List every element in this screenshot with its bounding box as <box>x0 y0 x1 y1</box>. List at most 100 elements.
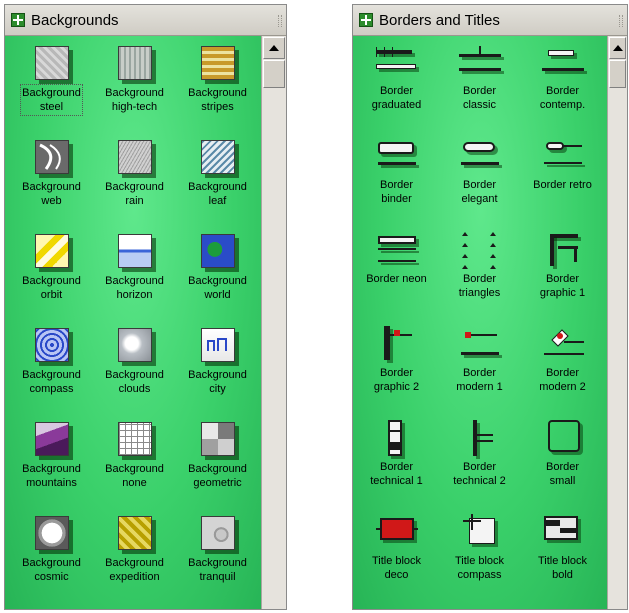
stencil-icon[interactable] <box>359 13 373 27</box>
master-border-classic[interactable]: Border classic <box>438 42 521 136</box>
master-background-compass[interactable]: Background compass <box>10 326 93 420</box>
master-background-cosmic[interactable]: Background cosmic <box>10 514 93 608</box>
master-label: Border classic <box>462 85 497 111</box>
master-border-retro[interactable]: Border retro <box>521 136 604 230</box>
master-label: Border modern 1 <box>456 367 503 393</box>
master-label: Background mountains <box>22 463 81 489</box>
horizon-texture-icon <box>117 234 152 268</box>
master-label: Background compass <box>22 369 81 395</box>
border-technical-2-icon <box>455 420 505 456</box>
master-label: Border graphic 1 <box>539 273 586 299</box>
master-border-contemporary[interactable]: Border contemp. <box>521 42 604 136</box>
master-label: Background clouds <box>105 369 164 395</box>
stripes-texture-icon <box>200 46 235 80</box>
grip-handle-icon[interactable] <box>278 15 282 27</box>
borders-master-area: Border graduated Border classic Border cont… <box>353 36 609 609</box>
master-background-tranquil[interactable]: Background tranquil <box>176 514 259 608</box>
backgrounds-stencil: Backgrounds Background steel Background hi… <box>4 4 287 610</box>
master-label: Background world <box>188 275 247 301</box>
title-block-bold-icon <box>538 514 588 548</box>
master-border-graduated[interactable]: Border graduated <box>355 42 438 136</box>
border-triangles-icon <box>455 232 505 269</box>
master-border-technical-1[interactable]: Border technical 1 <box>355 418 438 512</box>
master-label: Border graphic 2 <box>373 367 420 393</box>
clouds-texture-icon <box>117 328 152 362</box>
master-background-expedition[interactable]: Background expedition <box>93 514 176 608</box>
master-background-high-tech[interactable]: Background high-tech <box>93 44 176 138</box>
compass-texture-icon <box>34 328 69 362</box>
backgrounds-master-grid: Background steel Background high-tech Back… <box>10 44 259 608</box>
scroll-up-arrow-icon[interactable] <box>263 37 285 59</box>
master-label: Border triangles <box>458 273 501 299</box>
border-technical-1-icon <box>372 420 422 456</box>
master-border-technical-2[interactable]: Border technical 2 <box>438 418 521 512</box>
scroll-thumb[interactable] <box>263 60 285 88</box>
master-background-steel[interactable]: Background steel <box>10 44 93 138</box>
master-border-neon[interactable]: Border neon <box>355 230 438 324</box>
master-border-elegant[interactable]: Border elegant <box>438 136 521 230</box>
master-background-geometric[interactable]: Background geometric <box>176 420 259 514</box>
world-texture-icon <box>200 234 235 268</box>
master-label: Background horizon <box>105 275 164 301</box>
border-graduated-icon <box>372 44 422 78</box>
master-title-block-deco[interactable]: Title block deco <box>355 512 438 606</box>
master-label: Border small <box>545 461 580 487</box>
master-background-orbit[interactable]: Background orbit <box>10 232 93 326</box>
master-background-world[interactable]: Background world <box>176 232 259 326</box>
master-label: Border graduated <box>371 85 422 111</box>
master-title-block-bold[interactable]: Title block bold <box>521 512 604 606</box>
grip-handle-icon[interactable] <box>619 15 623 27</box>
master-background-leaf[interactable]: Background leaf <box>176 138 259 232</box>
borders-title-bar[interactable]: Borders and Titles <box>353 5 627 36</box>
master-background-rain[interactable]: Background rain <box>93 138 176 232</box>
master-label: Border neon <box>366 273 427 285</box>
border-graphic-2-icon <box>372 326 422 360</box>
master-background-none[interactable]: Background none <box>93 420 176 514</box>
borders-scrollbar[interactable] <box>607 36 627 609</box>
master-background-stripes[interactable]: Background stripes <box>176 44 259 138</box>
master-background-city[interactable]: Background city <box>176 326 259 420</box>
scroll-up-arrow-icon[interactable] <box>609 37 626 59</box>
master-label: Background rain <box>105 181 164 207</box>
city-texture-icon <box>200 328 235 362</box>
master-label: Background stripes <box>188 87 247 113</box>
stencil-icon[interactable] <box>11 13 25 27</box>
backgrounds-title-bar[interactable]: Backgrounds <box>5 5 286 36</box>
master-label: Title block deco <box>371 555 422 581</box>
border-small-icon <box>538 420 588 454</box>
master-border-binder[interactable]: Border binder <box>355 136 438 230</box>
master-background-web[interactable]: Background web <box>10 138 93 232</box>
master-label: Border elegant <box>461 179 498 205</box>
scroll-thumb[interactable] <box>609 60 626 88</box>
master-border-triangles[interactable]: Border triangles <box>438 230 521 324</box>
master-background-mountains[interactable]: Background mountains <box>10 420 93 514</box>
orbit-texture-icon <box>34 234 69 268</box>
expedition-texture-icon <box>117 516 152 550</box>
border-contemporary-icon <box>538 44 588 78</box>
master-label: Border binder <box>379 179 414 205</box>
cosmic-texture-icon <box>34 516 69 550</box>
master-border-modern-2[interactable]: Border modern 2 <box>521 324 604 418</box>
border-graphic-1-icon <box>538 232 588 266</box>
backgrounds-title: Backgrounds <box>31 12 119 29</box>
master-border-small[interactable]: Border small <box>521 418 604 512</box>
border-classic-icon <box>455 44 505 78</box>
border-elegant-icon <box>455 138 505 172</box>
tranquil-texture-icon <box>200 516 235 550</box>
master-background-clouds[interactable]: Background clouds <box>93 326 176 420</box>
border-modern-1-icon <box>455 326 505 360</box>
steel-texture-icon <box>34 46 69 80</box>
backgrounds-scrollbar[interactable] <box>261 36 286 609</box>
master-border-graphic-2[interactable]: Border graphic 2 <box>355 324 438 418</box>
master-border-modern-1[interactable]: Border modern 1 <box>438 324 521 418</box>
master-title-block-compass[interactable]: Title block compass <box>438 512 521 606</box>
borders-master-grid: Border graduated Border classic Border cont… <box>355 42 604 606</box>
master-label: Background city <box>188 369 247 395</box>
master-label: Background high-tech <box>105 87 164 113</box>
master-background-horizon[interactable]: Background horizon <box>93 232 176 326</box>
leaf-texture-icon <box>200 140 235 174</box>
master-label: Border modern 2 <box>539 367 586 393</box>
master-label: Background leaf <box>188 181 247 207</box>
backgrounds-master-area: Background steel Background high-tech Back… <box>5 36 263 609</box>
master-border-graphic-1[interactable]: Border graphic 1 <box>521 230 604 324</box>
